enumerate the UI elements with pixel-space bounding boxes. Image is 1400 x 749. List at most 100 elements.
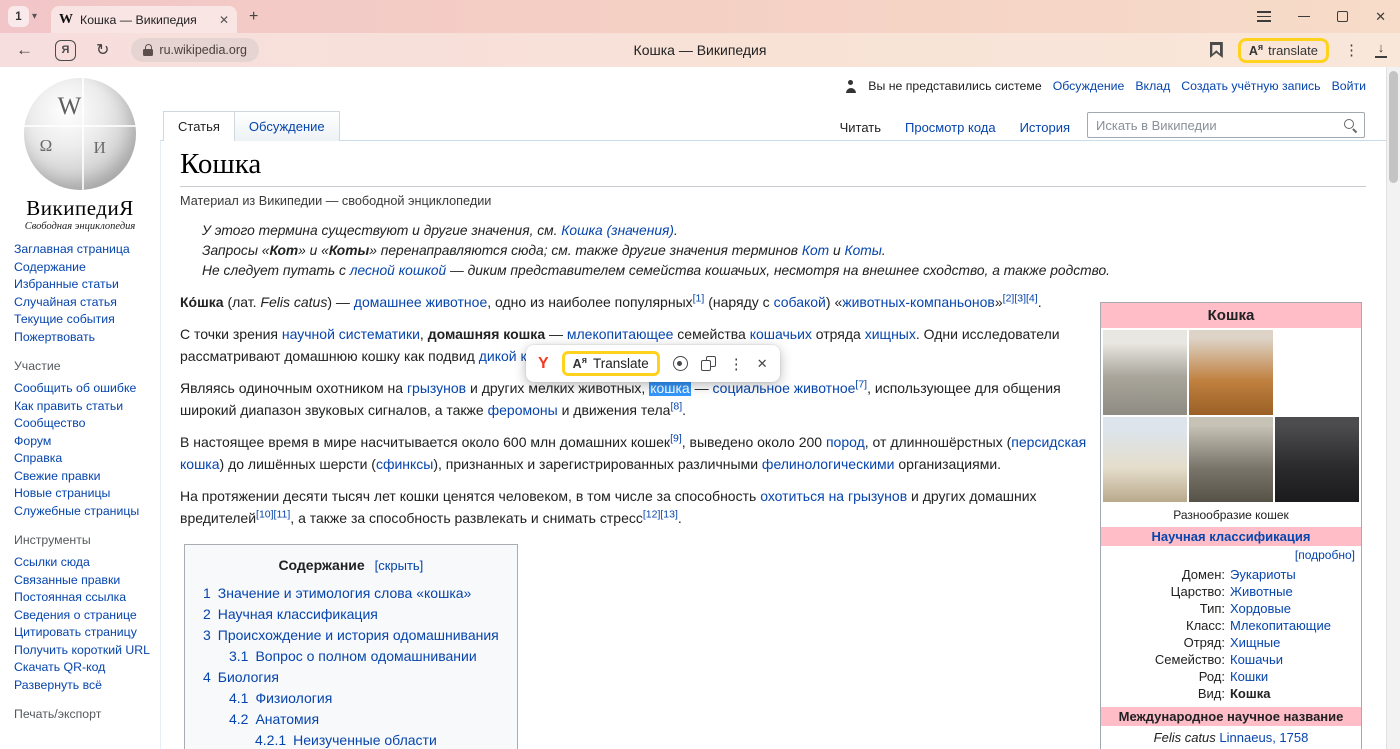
- sidebar-item-help[interactable]: Справка: [14, 450, 156, 468]
- new-tab-button[interactable]: +: [249, 8, 258, 26]
- tab-view-source[interactable]: Просмотр кода: [905, 120, 996, 135]
- sidebar-item-random[interactable]: Случайная статья: [14, 294, 156, 312]
- reference-link[interactable]: [9]: [670, 432, 682, 444]
- toc-item[interactable]: 4.1Физиология: [203, 688, 499, 709]
- taxonomy-link[interactable]: Хищные: [1230, 634, 1280, 651]
- sidebar-item-qr-code[interactable]: Скачать QR-код: [14, 659, 156, 677]
- reference-link[interactable]: [10][11]: [256, 508, 290, 520]
- inline-link[interactable]: Коты: [844, 243, 881, 258]
- search-input[interactable]: [1087, 112, 1365, 138]
- reference-link[interactable]: [7]: [855, 378, 867, 390]
- sidebar-item-donate[interactable]: Пожертвовать: [14, 329, 156, 347]
- download-icon[interactable]: ↓: [1374, 42, 1388, 58]
- toolbar-translate-button[interactable]: Aя translate: [1238, 38, 1329, 63]
- bookmark-icon[interactable]: [1210, 42, 1223, 58]
- reference-link[interactable]: [1]: [693, 292, 705, 304]
- tab-history[interactable]: История: [1020, 120, 1070, 135]
- inline-link[interactable]: охотиться на грызунов: [760, 488, 907, 504]
- tab-close-icon[interactable]: ✕: [219, 13, 229, 27]
- sidebar-item-what-links-here[interactable]: Ссылки сюда: [14, 554, 156, 572]
- classification-header[interactable]: Научная классификация: [1101, 527, 1361, 546]
- personal-link-talk[interactable]: Обсуждение: [1053, 79, 1125, 93]
- taxonomy-link[interactable]: Млекопитающие: [1230, 617, 1331, 634]
- inline-link[interactable]: феромоны: [488, 402, 558, 418]
- taxonomy-link[interactable]: Кошки: [1230, 668, 1268, 685]
- page-scrollbar[interactable]: [1386, 67, 1400, 749]
- inline-link[interactable]: домашнее животное: [354, 294, 487, 310]
- active-browser-tab[interactable]: W Кошка — Википедия ✕: [51, 6, 237, 33]
- personal-link-create-account[interactable]: Создать учётную запись: [1181, 79, 1320, 93]
- inline-link[interactable]: лесной кошкой: [350, 263, 446, 278]
- inline-link[interactable]: кошачьих: [750, 326, 812, 342]
- inline-link[interactable]: собакой: [774, 294, 826, 310]
- taxonomy-link[interactable]: Хордовые: [1230, 600, 1291, 617]
- tab-article[interactable]: Статья: [163, 111, 235, 141]
- tab-counter[interactable]: 1 ▾: [8, 6, 37, 27]
- sidebar-item-featured[interactable]: Избранные статьи: [14, 276, 156, 294]
- close-window-button[interactable]: ✕: [1375, 10, 1386, 23]
- tab-read[interactable]: Читать: [840, 120, 881, 135]
- sidebar-item-page-info[interactable]: Сведения о странице: [14, 607, 156, 625]
- alice-icon[interactable]: [673, 356, 688, 371]
- toc-hide-link[interactable]: [скрыть]: [375, 558, 424, 573]
- inline-link[interactable]: фелинологическими: [762, 456, 895, 472]
- wikipedia-logo[interactable]: WΩИ ВикипедиЯ Свободная энциклопедия: [0, 78, 160, 232]
- browser-menu-icon[interactable]: [1257, 11, 1271, 22]
- reference-link[interactable]: [2][3][4]: [1003, 292, 1038, 304]
- minimize-button[interactable]: [1298, 16, 1310, 18]
- inline-link[interactable]: социальное животное: [713, 380, 856, 396]
- popup-close-icon[interactable]: ✕: [757, 356, 768, 372]
- toolbar-more-icon[interactable]: ⋮: [1344, 41, 1359, 59]
- inline-link[interactable]: хищных: [865, 326, 916, 342]
- sidebar-item-related-changes[interactable]: Связанные правки: [14, 572, 156, 590]
- tab-discussion[interactable]: Обсуждение: [235, 111, 340, 141]
- inline-link[interactable]: пород: [826, 434, 865, 450]
- yandex-search-icon[interactable]: Y: [538, 355, 549, 373]
- inline-link[interactable]: грызунов: [407, 380, 466, 396]
- toc-item[interactable]: 3.1Вопрос о полном одомашнивании: [203, 646, 499, 667]
- inline-link[interactable]: Кот: [802, 243, 829, 258]
- maximize-button[interactable]: [1337, 11, 1348, 22]
- sidebar-item-how-to-edit[interactable]: Как править статьи: [14, 398, 156, 416]
- sidebar-item-permanent-link[interactable]: Постоянная ссылка: [14, 589, 156, 607]
- inline-link[interactable]: Кошка (значения): [561, 223, 674, 238]
- sidebar-item-report-error[interactable]: Сообщить об ошибке: [14, 380, 156, 398]
- scrollbar-thumb[interactable]: [1389, 71, 1398, 183]
- sidebar-item-community[interactable]: Сообщество: [14, 415, 156, 433]
- toc-item[interactable]: 4.2.1Неизученные области: [203, 730, 499, 749]
- sidebar-item-recent-changes[interactable]: Свежие правки: [14, 468, 156, 486]
- reference-link[interactable]: [12][13]: [643, 508, 678, 520]
- sidebar-item-new-pages[interactable]: Новые страницы: [14, 485, 156, 503]
- search-icon[interactable]: [1343, 118, 1357, 132]
- inline-link[interactable]: животных-компаньонов: [842, 294, 995, 310]
- inline-link[interactable]: млекопитающее: [567, 326, 674, 342]
- toc-item[interactable]: 4Биология: [203, 667, 499, 688]
- sidebar-item-contents[interactable]: Содержание: [14, 259, 156, 277]
- yandex-browser-icon[interactable]: Я: [55, 40, 76, 61]
- sidebar-item-main-page[interactable]: Заглавная страница: [14, 241, 156, 259]
- toc-item[interactable]: 3Происхождение и история одомашнивания: [203, 625, 499, 646]
- reference-link[interactable]: [8]: [670, 400, 682, 412]
- sidebar-item-special-pages[interactable]: Служебные страницы: [14, 503, 156, 521]
- copy-icon[interactable]: [701, 356, 716, 371]
- back-button[interactable]: ←: [16, 40, 33, 60]
- taxonomy-link[interactable]: Кошачьи: [1230, 651, 1283, 668]
- sidebar-item-forum[interactable]: Форум: [14, 433, 156, 451]
- inline-link[interactable]: научной систематики: [282, 326, 420, 342]
- sidebar-item-cite-page[interactable]: Цитировать страницу: [14, 624, 156, 642]
- taxonomy-link[interactable]: Эукариоты: [1230, 566, 1296, 583]
- toc-item[interactable]: 4.2Анатомия: [203, 709, 499, 730]
- toc-item[interactable]: 2Научная классификация: [203, 604, 499, 625]
- personal-link-contribs[interactable]: Вклад: [1135, 79, 1170, 93]
- sidebar-item-expand-all[interactable]: Развернуть всё: [14, 677, 156, 695]
- inline-link[interactable]: сфинксы: [376, 456, 433, 472]
- details-link[interactable]: [подробно]: [1101, 546, 1361, 563]
- popup-more-icon[interactable]: ⋮: [729, 355, 744, 373]
- popup-translate-button[interactable]: Aя Translate: [562, 351, 660, 376]
- refresh-button[interactable]: ↻: [96, 40, 109, 60]
- sidebar-item-short-url[interactable]: Получить короткий URL: [14, 642, 156, 660]
- sidebar-item-current-events[interactable]: Текущие события: [14, 311, 156, 329]
- address-bar[interactable]: ru.wikipedia.org: [131, 38, 259, 62]
- toc-item[interactable]: 1Значение и этимология слова «кошка»: [203, 583, 499, 604]
- personal-link-login[interactable]: Войти: [1332, 79, 1366, 93]
